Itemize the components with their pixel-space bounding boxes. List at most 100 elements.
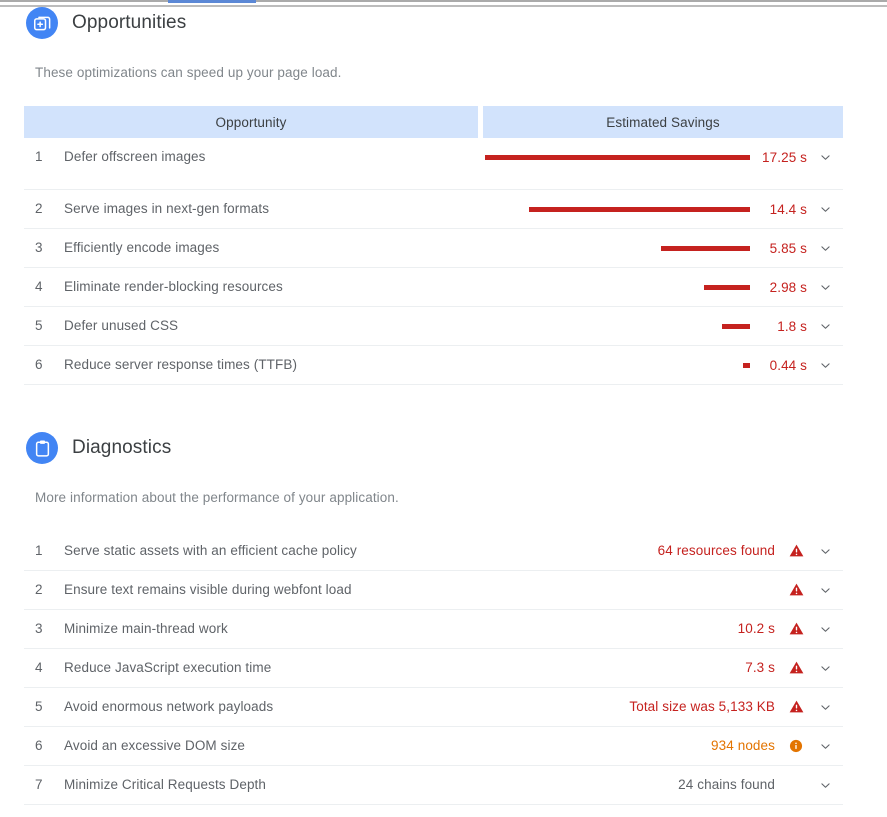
row-title: Defer unused CSS	[64, 318, 179, 333]
row-rank: 6	[35, 738, 43, 753]
row-title: Defer offscreen images	[64, 149, 206, 164]
table-row[interactable]: 2 Ensure text remains visible during webf…	[24, 571, 843, 610]
savings-sparkbar	[722, 324, 750, 329]
row-rank: 1	[35, 543, 43, 558]
row-title: Eliminate render-blocking resources	[64, 279, 283, 294]
row-savings-cell: 17.25 s	[483, 149, 843, 166]
table-row[interactable]: 3 Efficiently encode images 5.85 s	[24, 229, 843, 268]
row-title: Minimize Critical Requests Depth	[64, 777, 267, 792]
column-header-estimated-savings: Estimated Savings	[483, 106, 843, 138]
row-value: 7.3 s	[745, 660, 775, 675]
row-savings-cell: 2.98 s	[483, 279, 843, 296]
row-savings-cell: 5.85 s	[483, 240, 843, 257]
row-value-cell	[775, 582, 843, 597]
row-savings-cell: 1.8 s	[483, 318, 843, 335]
row-value: 934 nodes	[711, 738, 775, 753]
expand-row-button[interactable]	[807, 279, 843, 294]
opportunities-header: Opportunities	[0, 7, 186, 39]
opportunities-description: These optimizations can speed up your pa…	[35, 65, 342, 80]
savings-sparkbar-wrap	[483, 357, 759, 374]
savings-value: 0.44 s	[769, 358, 807, 373]
table-row[interactable]: 1 Defer offscreen images 17.25 s	[24, 138, 843, 190]
row-rank: 2	[35, 201, 43, 216]
row-title: Reduce server response times (TTFB)	[64, 357, 298, 372]
row-rank: 2	[35, 582, 43, 597]
browser-chrome-strip	[0, 0, 887, 7]
row-title: Serve static assets with an efficient ca…	[64, 543, 357, 558]
row-title: Ensure text remains visible during webfo…	[64, 582, 352, 597]
savings-sparkbar	[529, 207, 750, 212]
savings-value: 2.98 s	[769, 280, 807, 295]
row-value-cell: 7.3 s	[745, 660, 843, 675]
row-rank: 3	[35, 240, 43, 255]
expand-row-button[interactable]	[807, 582, 843, 597]
expand-row-button[interactable]	[807, 777, 843, 792]
table-row[interactable]: 6 Reduce server response times (TTFB) 0.44…	[24, 346, 843, 385]
savings-sparkbar-wrap	[483, 240, 759, 257]
savings-sparkbar-wrap	[483, 318, 759, 335]
row-value-cell: Total size was 5,133 KB	[629, 699, 843, 714]
row-rank: 5	[35, 699, 43, 714]
chrome-top-rule	[0, 0, 887, 2]
row-value-cell: 64 resources found	[658, 543, 843, 558]
table-row[interactable]: 4 Reduce JavaScript execution time 7.3 s	[24, 649, 843, 688]
row-savings-cell: 14.4 s	[483, 201, 843, 218]
expand-row-button[interactable]	[807, 240, 843, 255]
table-row[interactable]: 3 Minimize main-thread work 10.2 s	[24, 610, 843, 649]
row-value: 10.2 s	[737, 621, 775, 636]
table-row[interactable]: 5 Defer unused CSS 1.8 s	[24, 307, 843, 346]
table-row[interactable]: 1 Serve static assets with an efficient c…	[24, 532, 843, 571]
column-header-opportunity: Opportunity	[24, 106, 478, 138]
info-circle-icon	[785, 739, 807, 753]
expand-row-button[interactable]	[807, 318, 843, 333]
clipboard-icon	[26, 432, 58, 464]
table-row[interactable]: 7 Minimize Critical Requests Depth 24 chai…	[24, 766, 843, 805]
savings-sparkbar-wrap	[483, 201, 759, 218]
row-title: Avoid enormous network payloads	[64, 699, 274, 714]
row-value: 24 chains found	[678, 777, 775, 792]
row-rank: 5	[35, 318, 43, 333]
warning-triangle-icon	[785, 699, 807, 714]
table-row[interactable]: 2 Serve images in next-gen formats 14.4 s	[24, 190, 843, 229]
savings-value: 17.25 s	[762, 150, 807, 165]
expand-row-button[interactable]	[807, 699, 843, 714]
savings-sparkbar-wrap	[483, 279, 759, 296]
expand-row-button[interactable]	[807, 357, 843, 372]
image-add-icon	[26, 7, 58, 39]
diagnostics-description: More information about the performance o…	[35, 490, 399, 505]
expand-row-button[interactable]	[807, 621, 843, 636]
row-rank: 3	[35, 621, 43, 636]
table-row[interactable]: 5 Avoid enormous network payloads Total si…	[24, 688, 843, 727]
warning-triangle-icon	[785, 582, 807, 597]
active-tab-indicator[interactable]	[168, 0, 256, 3]
row-value-cell: 934 nodes	[711, 738, 843, 753]
savings-value: 1.8 s	[777, 319, 807, 334]
opportunities-title: Opportunities	[72, 12, 187, 33]
warning-triangle-icon	[785, 543, 807, 558]
savings-sparkbar	[704, 285, 750, 290]
report-page: Opportunities These optimizations can sp…	[0, 7, 887, 817]
opportunities-table-header: Opportunity Estimated Savings	[24, 106, 843, 138]
savings-value: 14.4 s	[769, 202, 807, 217]
expand-row-button[interactable]	[807, 201, 843, 216]
row-title: Efficiently encode images	[64, 240, 220, 255]
savings-value: 5.85 s	[769, 241, 807, 256]
row-value-cell: 10.2 s	[738, 621, 843, 636]
savings-sparkbar	[743, 363, 750, 368]
expand-row-button[interactable]	[807, 543, 843, 558]
savings-sparkbar	[485, 155, 750, 160]
expand-row-button[interactable]	[807, 149, 843, 164]
expand-row-button[interactable]	[807, 738, 843, 753]
expand-row-button[interactable]	[807, 660, 843, 675]
warning-triangle-icon	[785, 660, 807, 675]
table-row[interactable]: 6 Avoid an excessive DOM size 934 nodes	[24, 727, 843, 766]
row-rank: 6	[35, 357, 43, 372]
diagnostics-title: Diagnostics	[72, 437, 172, 458]
savings-sparkbar-wrap	[483, 149, 759, 166]
row-title: Avoid an excessive DOM size	[64, 738, 246, 753]
row-rank: 4	[35, 279, 43, 294]
row-rank: 1	[35, 149, 43, 164]
row-rank: 7	[35, 777, 43, 792]
table-row[interactable]: 4 Eliminate render-blocking resources 2.98…	[24, 268, 843, 307]
opportunities-table: Opportunity Estimated Savings 1 Defer off…	[24, 106, 843, 385]
